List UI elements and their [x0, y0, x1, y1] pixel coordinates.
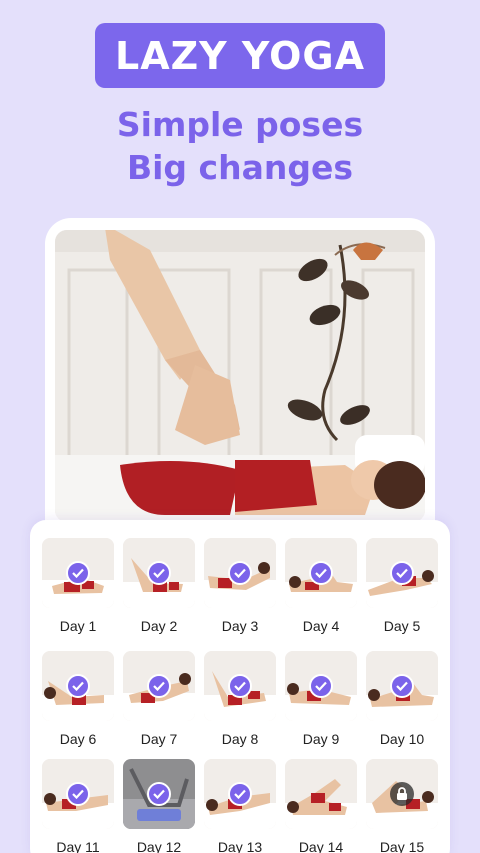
day-card[interactable]: Day 1 [42, 538, 114, 638]
completed-check-icon [228, 674, 252, 698]
day-label: Day 14 [298, 839, 344, 853]
completed-check-icon [390, 561, 414, 585]
day-card[interactable]: Day 11 [42, 759, 114, 853]
completed-check-icon [309, 561, 333, 585]
day-card[interactable]: Day 5 [366, 538, 438, 638]
day-card[interactable]: Day 8 [204, 651, 276, 751]
completed-check-icon [66, 674, 90, 698]
day-label: Day 2 [140, 618, 178, 634]
day-card[interactable]: Day 15 [366, 759, 438, 853]
completed-check-icon [147, 782, 171, 806]
day-card[interactable]: Day 6 [42, 651, 114, 751]
day-label: Day 4 [302, 618, 340, 634]
day-card[interactable]: Day 10 [366, 651, 438, 751]
day-label: Day 8 [221, 731, 259, 747]
day-card[interactable]: Day 14 [285, 759, 357, 853]
day-grid: Day 1 Day 2 Day 3 Day 4 Day 5 Day 6 Day … [30, 520, 450, 853]
completed-check-icon [66, 561, 90, 585]
day-thumbnail [285, 759, 357, 829]
completed-check-icon [390, 674, 414, 698]
completed-check-icon [66, 782, 90, 806]
day-card[interactable]: Day 7 [123, 651, 195, 751]
app-title-badge: LAZY YOGA [95, 23, 385, 88]
day-card[interactable]: Day 3 [204, 538, 276, 638]
completed-check-icon [228, 782, 252, 806]
tagline-line-1: Simple poses [116, 105, 364, 144]
day-label: Day 6 [59, 731, 97, 747]
day-label: Day 5 [383, 618, 421, 634]
hero-photo [55, 230, 425, 522]
day-label: Day 3 [221, 618, 259, 634]
lock-icon [390, 782, 414, 806]
completed-check-icon [228, 561, 252, 585]
day-card[interactable]: Day 2 [123, 538, 195, 638]
tagline-line-2: Big changes [126, 148, 354, 187]
day-label: Day 9 [302, 731, 340, 747]
day-card[interactable]: Day 13 [204, 759, 276, 853]
day-label: Day 10 [379, 731, 425, 747]
completed-check-icon [147, 674, 171, 698]
day-label: Day 13 [217, 839, 263, 853]
day-label: Day 12 [136, 839, 182, 853]
day-label: Day 1 [59, 618, 97, 634]
completed-check-icon [309, 674, 333, 698]
day-card[interactable]: Day 4 [285, 538, 357, 638]
completed-check-icon [147, 561, 171, 585]
day-card[interactable]: Day 12 [123, 759, 195, 853]
day-label: Day 7 [140, 731, 178, 747]
day-card[interactable]: Day 9 [285, 651, 357, 751]
day-label: Day 15 [379, 839, 425, 853]
day-label: Day 11 [56, 839, 100, 853]
